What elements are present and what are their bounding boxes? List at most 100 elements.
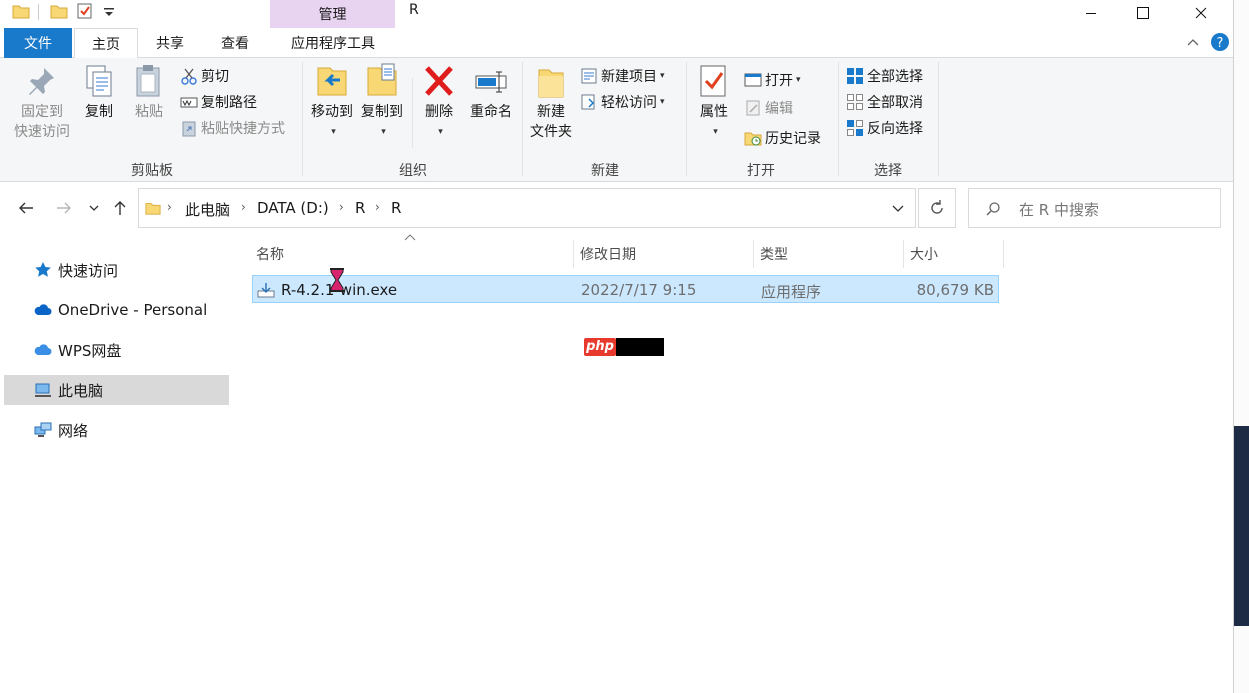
tab-view[interactable]: 查看 bbox=[206, 28, 264, 58]
delete-label: 删除 bbox=[425, 104, 453, 120]
copy-button[interactable]: 复制 bbox=[78, 62, 120, 122]
paste-button[interactable]: 粘贴 bbox=[128, 62, 170, 122]
file-size: 80,679 KB bbox=[916, 281, 994, 299]
cloud-icon bbox=[34, 344, 52, 355]
properties-check-icon[interactable] bbox=[76, 2, 94, 20]
rename-button[interactable]: 重命名 bbox=[466, 62, 516, 122]
nav-wps-drive[interactable]: WPS网盘 bbox=[4, 335, 229, 365]
breadcrumb-r[interactable]: R bbox=[355, 199, 365, 217]
select-all-icon bbox=[847, 68, 863, 84]
close-button[interactable] bbox=[1178, 0, 1224, 26]
file-modified: 2022/7/17 9:15 bbox=[581, 281, 697, 299]
pin-quick-access-button[interactable]: 固定到 快速访问 bbox=[8, 62, 76, 142]
move-to-label: 移动到 bbox=[311, 104, 353, 120]
breadcrumb-r-current[interactable]: R bbox=[391, 199, 401, 217]
paste-shortcut-label: 粘贴快捷方式 bbox=[201, 121, 285, 137]
manage-context-label: 管理 bbox=[318, 7, 347, 23]
refresh-button[interactable] bbox=[918, 188, 956, 228]
breadcrumb-chevron-icon[interactable]: › bbox=[167, 200, 172, 214]
nav-this-pc[interactable]: 此电脑 bbox=[4, 375, 229, 405]
edit-label: 编辑 bbox=[765, 101, 793, 117]
collapse-ribbon-icon[interactable] bbox=[1186, 36, 1200, 48]
cut-label: 剪切 bbox=[201, 69, 229, 85]
easy-access-label: 轻松访问 bbox=[601, 95, 657, 111]
easy-access-caret: ▾ bbox=[660, 97, 665, 107]
search-box[interactable]: 在 R 中搜索 bbox=[968, 188, 1221, 228]
tab-share[interactable]: 共享 bbox=[142, 28, 198, 58]
delete-button[interactable]: 删除 ▾ bbox=[418, 62, 460, 142]
forward-arrow-icon bbox=[57, 202, 71, 214]
cut-button[interactable]: 剪切 bbox=[180, 64, 229, 88]
nav-label: WPS网盘 bbox=[58, 341, 122, 360]
nav-label: 快速访问 bbox=[58, 261, 119, 280]
column-header-size[interactable]: 大小 bbox=[906, 240, 1004, 268]
folder-icon[interactable] bbox=[12, 2, 30, 20]
history-label: 历史记录 bbox=[765, 131, 821, 147]
help-icon[interactable]: ? bbox=[1210, 32, 1230, 52]
copy-path-icon bbox=[180, 97, 198, 108]
nav-onedrive[interactable]: OneDrive - Personal bbox=[4, 295, 229, 325]
copy-label: 复制 bbox=[85, 104, 113, 120]
file-type: 应用程序 bbox=[761, 283, 822, 301]
paste-label: 粘贴 bbox=[135, 104, 163, 120]
edit-button[interactable]: 编辑 bbox=[744, 96, 793, 120]
tab-home[interactable]: 主页 bbox=[74, 28, 138, 59]
select-none-button[interactable]: 全部取消 bbox=[846, 90, 923, 114]
tab-file[interactable]: 文件 bbox=[4, 28, 72, 58]
back-button[interactable] bbox=[14, 196, 38, 220]
open-icon bbox=[744, 73, 762, 87]
up-button[interactable] bbox=[108, 196, 132, 220]
computer-icon bbox=[35, 383, 51, 397]
select-all-button[interactable]: 全部选择 bbox=[846, 64, 923, 88]
nav-label: 此电脑 bbox=[58, 381, 104, 400]
copy-to-button[interactable]: 复制到 ▾ bbox=[358, 62, 406, 142]
new-group-label: 新建 bbox=[591, 163, 619, 179]
breadcrumb-chevron-icon[interactable]: › bbox=[241, 200, 246, 214]
maximize-icon bbox=[1137, 7, 1149, 19]
history-button[interactable]: 历史记录 bbox=[744, 126, 821, 150]
search-icon bbox=[986, 202, 1000, 216]
breadcrumb-chevron-icon[interactable]: › bbox=[375, 200, 380, 214]
move-to-caret: ▾ bbox=[331, 127, 336, 137]
column-header-name[interactable]: 名称 bbox=[252, 240, 574, 268]
invert-selection-button[interactable]: 反向选择 bbox=[846, 116, 923, 140]
nav-quick-access[interactable]: 快速访问 bbox=[4, 255, 229, 285]
invert-selection-label: 反向选择 bbox=[867, 121, 923, 137]
recent-locations-button[interactable] bbox=[84, 196, 104, 220]
history-icon bbox=[744, 132, 762, 146]
column-header-modified[interactable]: 修改日期 bbox=[576, 240, 754, 268]
paste-shortcut-icon bbox=[182, 121, 196, 137]
qat-customize-icon[interactable] bbox=[100, 2, 118, 20]
move-to-button[interactable]: 移动到 ▾ bbox=[306, 62, 358, 142]
open-button[interactable]: 打开 ▾ bbox=[744, 68, 801, 92]
breadcrumb-data-drive[interactable]: DATA (D:) bbox=[257, 199, 329, 217]
new-item-label: 新建项目 bbox=[601, 69, 657, 85]
ribbon: 固定到 快速访问 复制 粘贴 剪切 复制路径 粘贴快捷方式 剪贴板 移动到 ▾ … bbox=[0, 58, 1233, 182]
open-caret: ▾ bbox=[796, 75, 801, 85]
paste-shortcut-button[interactable]: 粘贴快捷方式 bbox=[180, 116, 285, 140]
window-title: R bbox=[409, 2, 419, 18]
maximize-button[interactable] bbox=[1120, 0, 1166, 26]
select-none-label: 全部取消 bbox=[867, 95, 923, 111]
close-icon bbox=[1195, 7, 1207, 19]
paste-icon bbox=[136, 65, 160, 97]
table-row[interactable]: R-4.2.1-win.exe 2022/7/17 9:15 应用程序 80,6… bbox=[252, 275, 999, 303]
minimize-icon bbox=[1086, 13, 1096, 14]
folder-icon[interactable] bbox=[50, 2, 68, 20]
properties-button[interactable]: 属性 ▾ bbox=[692, 62, 736, 142]
address-history-dropdown-icon[interactable] bbox=[891, 204, 905, 214]
nav-network[interactable]: 网络 bbox=[4, 415, 229, 445]
copy-path-button[interactable]: 复制路径 bbox=[180, 90, 257, 114]
forward-button[interactable] bbox=[52, 196, 76, 220]
new-folder-icon bbox=[538, 69, 564, 98]
new-item-button[interactable]: 新建项目 ▾ bbox=[580, 64, 665, 88]
new-folder-label-line2: 文件夹 bbox=[530, 124, 572, 140]
breadcrumb-chevron-icon[interactable]: › bbox=[339, 200, 344, 214]
easy-access-button[interactable]: 轻松访问 ▾ bbox=[580, 90, 665, 114]
address-bar[interactable]: › 此电脑 › DATA (D:) › R › R bbox=[138, 188, 916, 228]
breadcrumb-this-pc[interactable]: 此电脑 bbox=[185, 199, 230, 220]
tab-app-tools[interactable]: 应用程序工具 bbox=[272, 28, 394, 58]
minimize-button[interactable] bbox=[1068, 0, 1114, 26]
new-folder-button[interactable]: 新建 文件夹 bbox=[526, 62, 576, 142]
column-header-type[interactable]: 类型 bbox=[756, 240, 904, 268]
